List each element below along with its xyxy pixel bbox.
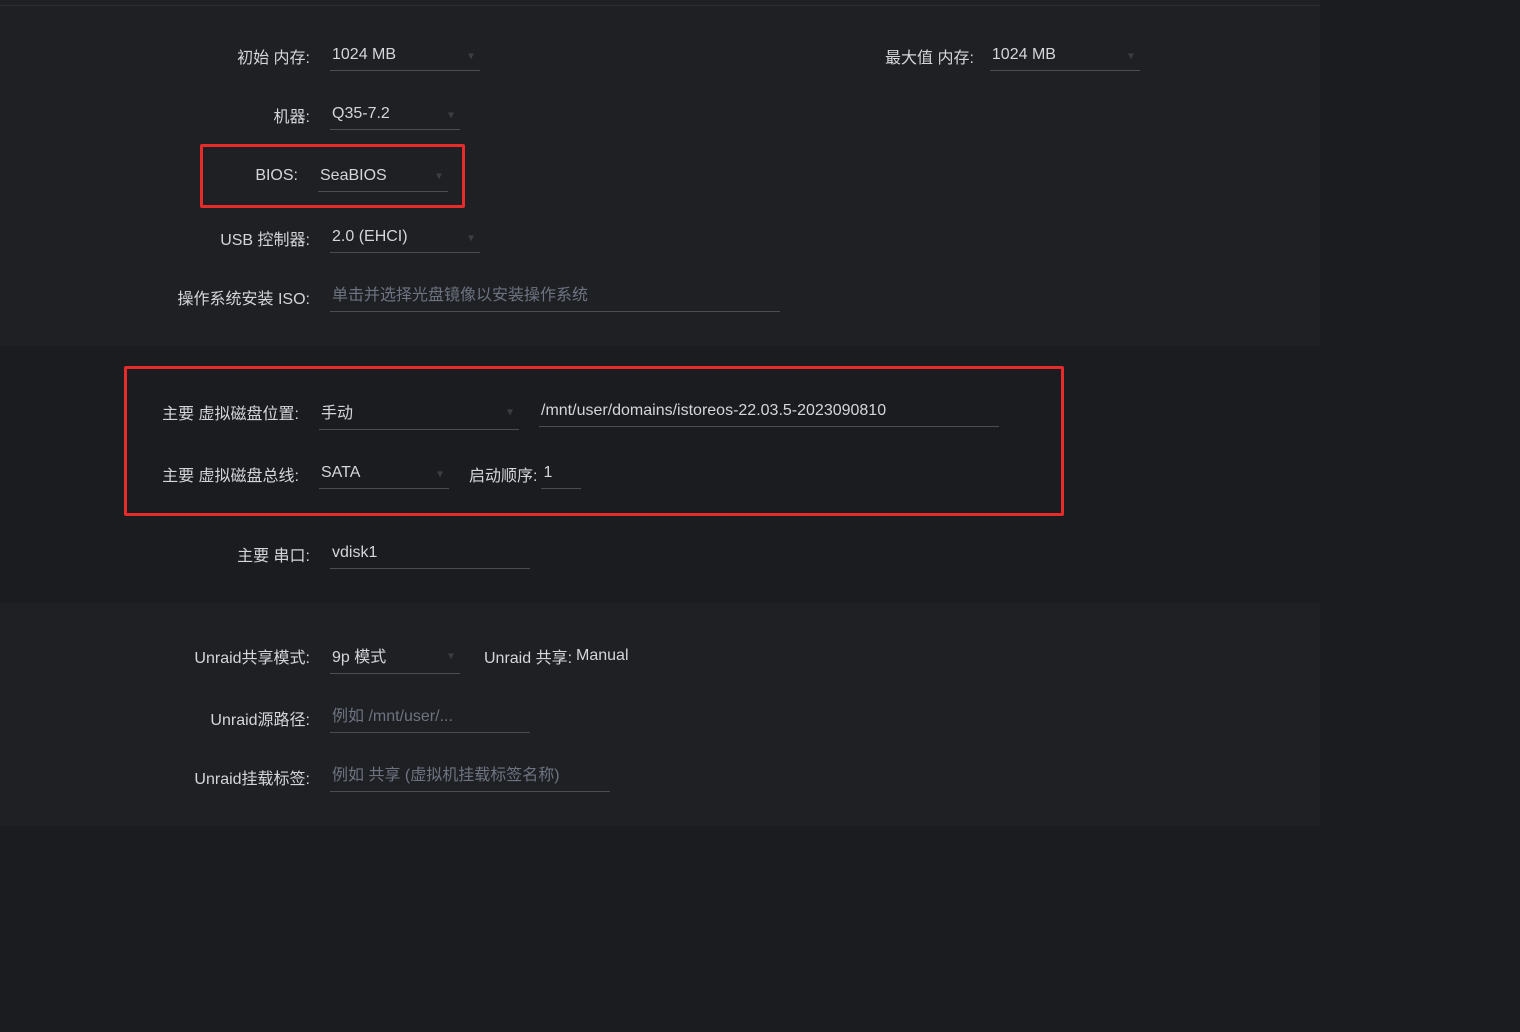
unraid-tag-label: Unraid挂载标签: <box>0 765 330 789</box>
unraid-share-inline-value: Manual <box>576 647 628 665</box>
machine-label: 机器: <box>0 103 330 127</box>
unraid-source-input[interactable] <box>330 702 530 733</box>
vdisk-location-label: 主要 虚拟磁盘位置: <box>127 400 319 424</box>
initial-memory-label: 初始 内存: <box>0 44 330 68</box>
machine-select[interactable]: Q35-7.2 <box>330 99 460 130</box>
vdisk-location-path-input[interactable] <box>539 396 999 427</box>
max-memory-select[interactable]: 1024 MB <box>990 40 1140 71</box>
usb-controller-label: USB 控制器: <box>0 226 330 250</box>
vdisk-location-row: 主要 虚拟磁盘位置: 手动 <box>127 379 1051 444</box>
os-iso-label: 操作系统安装 ISO: <box>0 285 330 309</box>
os-iso-input[interactable] <box>330 281 780 312</box>
memory-row: 初始 内存: 1024 MB 最大值 内存: 1024 MB <box>0 26 1320 85</box>
vdisk-bus-select[interactable]: SATA <box>319 458 449 489</box>
os-iso-row: 操作系统安装 ISO: <box>0 267 1320 326</box>
unraid-source-label: Unraid源路径: <box>0 706 330 730</box>
vdisk-serial-input[interactable] <box>330 538 530 569</box>
unraid-tag-row: Unraid挂载标签: <box>0 747 1320 806</box>
boot-order-label: 启动顺序: <box>469 462 537 486</box>
machine-row: 机器: Q35-7.2 <box>0 85 1320 144</box>
unraid-share-inline-label: Unraid 共享: <box>484 644 572 668</box>
unraid-share-section: Unraid共享模式: 9p 模式 Unraid 共享: Manual Unra… <box>0 603 1320 826</box>
max-memory-block: 最大值 内存: 1024 MB <box>885 40 1140 71</box>
bios-select[interactable]: SeaBIOS <box>318 161 448 192</box>
usb-controller-row: USB 控制器: 2.0 (EHCI) <box>0 208 1320 267</box>
usb-controller-select[interactable]: 2.0 (EHCI) <box>330 222 480 253</box>
unraid-source-row: Unraid源路径: <box>0 688 1320 747</box>
vdisk-serial-label: 主要 串口: <box>0 542 330 566</box>
boot-order-input[interactable] <box>541 458 581 489</box>
bios-label: BIOS: <box>203 167 318 185</box>
bios-row: BIOS: SeaBIOS <box>203 153 448 199</box>
vm-general-section: 初始 内存: 1024 MB 最大值 内存: 1024 MB 机器: Q35-7… <box>0 6 1320 346</box>
vdisk-serial-row: 主要 串口: <box>0 524 1320 583</box>
bios-highlight: BIOS: SeaBIOS <box>200 144 465 208</box>
unraid-share-mode-label: Unraid共享模式: <box>0 644 330 668</box>
unraid-share-mode-select[interactable]: 9p 模式 <box>330 637 460 674</box>
vdisk-bus-label: 主要 虚拟磁盘总线: <box>127 462 319 486</box>
vdisk-bus-row: 主要 虚拟磁盘总线: SATA 启动顺序: <box>127 444 1051 503</box>
vdisk-highlight: 主要 虚拟磁盘位置: 手动 主要 虚拟磁盘总线: SATA 启动顺序: <box>124 366 1064 516</box>
unraid-tag-input[interactable] <box>330 761 610 792</box>
unraid-share-mode-row: Unraid共享模式: 9p 模式 Unraid 共享: Manual <box>0 623 1320 688</box>
vdisk-location-mode-select[interactable]: 手动 <box>319 393 519 430</box>
vdisk-section: 主要 虚拟磁盘位置: 手动 主要 虚拟磁盘总线: SATA 启动顺序: <box>0 346 1320 603</box>
max-memory-label: 最大值 内存: <box>885 44 974 68</box>
initial-memory-select[interactable]: 1024 MB <box>330 40 480 71</box>
